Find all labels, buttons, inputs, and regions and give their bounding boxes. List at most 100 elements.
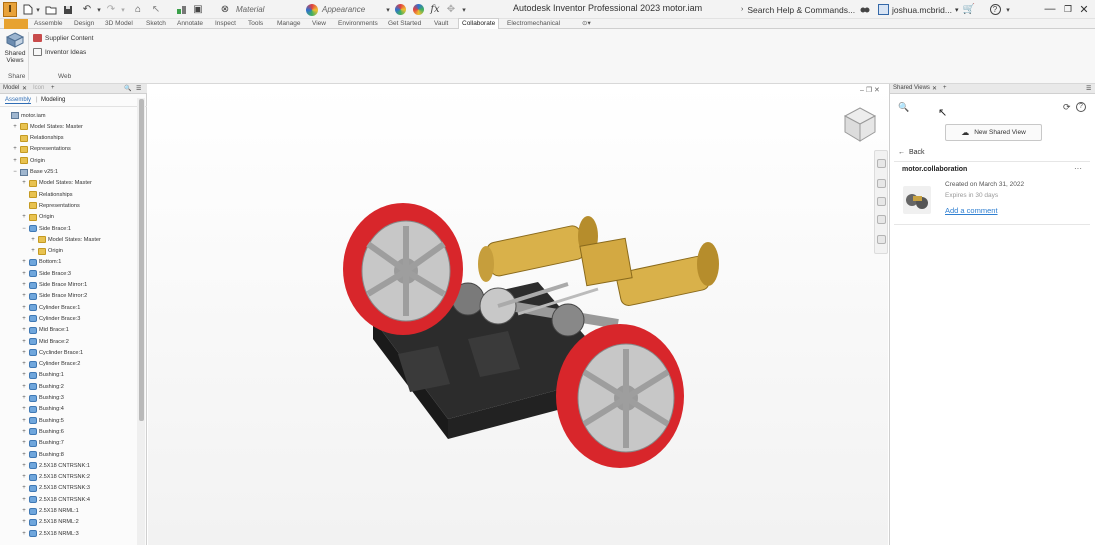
shared-views-search-icon[interactable]: 🔍 xyxy=(898,102,909,113)
zoom-icon[interactable] xyxy=(877,197,886,206)
tree-item[interactable]: + Cylinder Brace:3 xyxy=(21,313,80,324)
back-button[interactable]: ← Back xyxy=(898,149,925,156)
expand-toggle-icon[interactable]: + xyxy=(21,259,27,265)
minimize-button[interactable]: — xyxy=(1042,1,1058,17)
tab-icon[interactable]: Icon xyxy=(33,85,44,91)
steering-wheel-icon[interactable] xyxy=(877,159,886,168)
graphics-viewport[interactable] xyxy=(148,84,888,545)
undo-icon[interactable]: ↶ xyxy=(80,3,94,16)
expand-toggle-icon[interactable]: + xyxy=(30,248,36,254)
tree-item[interactable]: + Model States: Master xyxy=(30,234,101,245)
tab-tools[interactable]: Tools xyxy=(248,19,263,29)
tree-item[interactable]: + Bushing:2 xyxy=(21,381,64,392)
tree-item[interactable]: + Bottom:1 xyxy=(21,257,61,268)
tree-item[interactable]: + Bushing:4 xyxy=(21,404,64,415)
tree-item[interactable]: Relationships xyxy=(21,189,73,200)
expand-toggle-icon[interactable]: + xyxy=(21,418,27,424)
ribbon-display-toggle-icon[interactable]: ⊙▾ xyxy=(582,19,591,29)
tree-item[interactable]: + Bushing:8 xyxy=(21,449,64,460)
subtab-modeling[interactable]: Modeling xyxy=(41,97,65,103)
select-icon[interactable]: ↖ xyxy=(150,3,162,16)
refresh-icon[interactable]: ⟳ xyxy=(1063,102,1071,113)
tree-item[interactable]: + Representations xyxy=(12,144,71,155)
tree-item[interactable]: − Side Brace:1 xyxy=(21,223,71,234)
tree-item[interactable]: + Cylinder Brace:1 xyxy=(21,302,80,313)
tab-3d-model[interactable]: 3D Model xyxy=(105,19,133,29)
expand-toggle-icon[interactable]: − xyxy=(21,226,27,232)
expand-toggle-icon[interactable]: + xyxy=(21,429,27,435)
new-dropdown-icon[interactable]: ▾ xyxy=(34,3,42,16)
tree-item[interactable]: +2.5X18 CNTRSNK:1 xyxy=(21,460,90,471)
tab-environments[interactable]: Environments xyxy=(338,19,378,29)
tree-item[interactable]: + Cyclinder Brace:1 xyxy=(21,347,83,358)
adjust-appearance-icon[interactable] xyxy=(411,3,425,16)
user-account-menu[interactable]: joshua.mcbrid... ▾ xyxy=(878,2,959,17)
tree-item[interactable]: + Cylinder Brace:2 xyxy=(21,359,80,370)
tab-get-started[interactable]: Get Started xyxy=(388,19,421,29)
expand-toggle-icon[interactable]: + xyxy=(21,452,27,458)
expand-toggle-icon[interactable]: + xyxy=(21,474,27,480)
parameters-icon[interactable]: fx xyxy=(429,3,441,16)
shared-view-thumbnail[interactable] xyxy=(903,186,931,214)
tree-item[interactable]: Representations xyxy=(21,200,80,211)
tree-item[interactable]: + Bushing:6 xyxy=(21,426,64,437)
move-icon[interactable]: ✥ xyxy=(446,3,456,16)
expand-toggle-icon[interactable]: + xyxy=(21,508,27,514)
close-shared-views-tab-icon[interactable]: ✕ xyxy=(932,85,937,92)
inventor-ideas-button[interactable]: Inventor Ideas xyxy=(33,46,86,58)
add-browser-tab-icon[interactable]: + xyxy=(51,85,55,91)
panel-menu-icon[interactable]: ☰ xyxy=(1086,85,1091,92)
tab-electromechanical[interactable]: Electromechanical xyxy=(507,19,560,29)
panel-help-icon[interactable]: ? xyxy=(1076,102,1086,112)
expand-toggle-icon[interactable]: + xyxy=(21,316,27,322)
tree-item[interactable]: motor.iam xyxy=(3,110,46,121)
tree-item[interactable]: + Bushing:5 xyxy=(21,415,64,426)
select-filter-icon[interactable]: ▣ xyxy=(193,3,203,16)
tab-collaborate[interactable]: Collaborate xyxy=(458,18,500,29)
help-icon[interactable]: ? xyxy=(988,3,1002,16)
tree-item[interactable]: + Origin xyxy=(21,212,54,223)
expand-toggle-icon[interactable]: + xyxy=(21,361,27,367)
tab-design[interactable]: Design xyxy=(74,19,94,29)
tab-manage[interactable]: Manage xyxy=(277,19,301,29)
tree-item[interactable]: +2.5X18 NRML:3 xyxy=(21,528,79,539)
appearance-field[interactable]: Appearance xyxy=(306,3,365,16)
tree-item[interactable]: + Mid Brace:1 xyxy=(21,325,69,336)
expand-toggle-icon[interactable]: + xyxy=(21,440,27,446)
viewport-window-controls[interactable]: – ❐ ✕ xyxy=(860,86,880,94)
new-shared-view-button[interactable]: ☁ New Shared View xyxy=(945,124,1042,141)
expand-toggle-icon[interactable]: + xyxy=(21,327,27,333)
close-model-tab-icon[interactable]: ✕ xyxy=(22,85,27,92)
expand-toggle-icon[interactable]: + xyxy=(21,384,27,390)
tab-annotate[interactable]: Annotate xyxy=(177,19,203,29)
tab-shared-views[interactable]: Shared Views xyxy=(893,85,930,91)
tree-item[interactable]: + Side Brace Mirror:1 xyxy=(21,280,87,291)
add-comment-link[interactable]: Add a comment xyxy=(945,206,998,215)
tree-item[interactable]: +2.5X18 CNTRSNK:3 xyxy=(21,483,90,494)
subtab-assembly[interactable]: Assembly xyxy=(5,97,32,104)
expand-toggle-icon[interactable]: + xyxy=(21,519,27,525)
save-icon[interactable] xyxy=(62,3,74,16)
help-dropdown-icon[interactable]: ▾ xyxy=(1004,3,1012,16)
help-search-box[interactable]: › Search Help & Commands... xyxy=(741,2,869,17)
tab-sketch[interactable]: Sketch xyxy=(146,19,166,29)
viewcube-icon[interactable] xyxy=(842,104,878,146)
shared-views-button[interactable]: Shared Views xyxy=(3,32,27,72)
home-icon[interactable]: ⌂ xyxy=(132,3,144,16)
update-icon[interactable] xyxy=(175,3,189,16)
expand-toggle-icon[interactable]: + xyxy=(21,406,27,412)
inventor-logo-icon[interactable]: I xyxy=(3,2,17,17)
tree-item[interactable]: + Origin xyxy=(12,155,45,166)
expand-toggle-icon[interactable]: − xyxy=(12,169,18,175)
tab-assemble[interactable]: Assemble xyxy=(34,19,63,29)
browser-search-icon[interactable]: 🔍 xyxy=(124,85,131,92)
expand-toggle-icon[interactable]: + xyxy=(21,214,27,220)
restore-button[interactable]: ❐ xyxy=(1060,1,1076,17)
browser-menu-icon[interactable]: ☰ xyxy=(136,85,141,92)
tree-item[interactable]: + Mid Brace:2 xyxy=(21,336,69,347)
redo-icon[interactable]: ↷ xyxy=(104,3,118,16)
close-doc-icon[interactable]: ⊗ xyxy=(219,3,231,16)
pan-icon[interactable] xyxy=(877,179,886,188)
undo-dropdown-icon[interactable]: ▾ xyxy=(96,3,102,16)
more-options-icon[interactable]: ··· xyxy=(1074,164,1082,173)
